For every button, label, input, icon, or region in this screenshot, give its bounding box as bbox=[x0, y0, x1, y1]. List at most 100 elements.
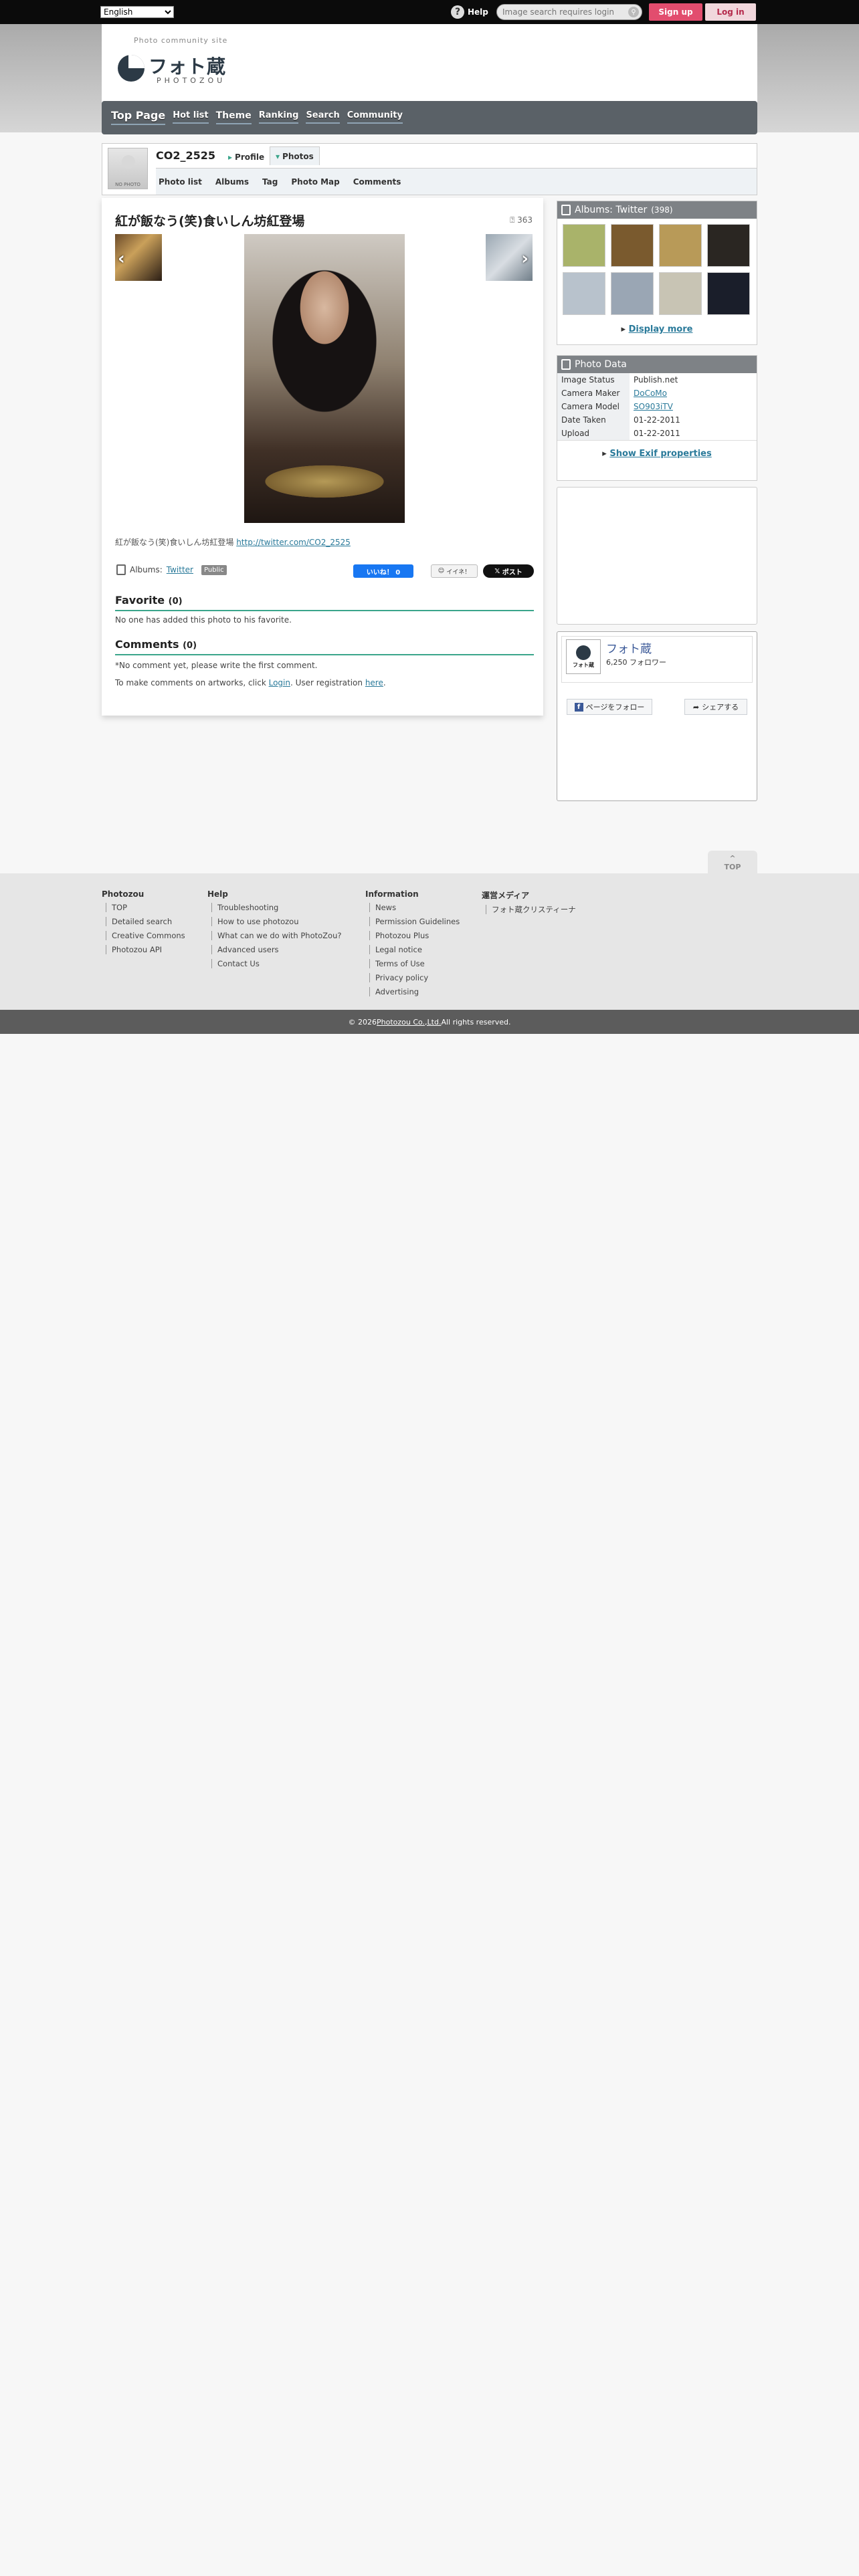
footer-link[interactable]: What can we do with PhotoZou? bbox=[211, 931, 341, 940]
chevron-up-icon: ^ bbox=[729, 854, 736, 863]
signup-button[interactable]: Sign up bbox=[649, 3, 702, 21]
photo-data-link[interactable]: SO903iTV bbox=[634, 402, 673, 411]
subnav-comments[interactable]: Comments bbox=[353, 177, 401, 187]
avatar[interactable]: NO PHOTO bbox=[108, 148, 148, 189]
exif-toggle[interactable]: ▸ Show Exif properties bbox=[557, 440, 757, 467]
albums-sidebox-count: (398) bbox=[651, 205, 673, 215]
search-icon[interactable]: ⚲ bbox=[628, 7, 639, 17]
album-thumb[interactable] bbox=[611, 272, 654, 315]
subnav-photo-map[interactable]: Photo Map bbox=[291, 177, 339, 187]
footer-link[interactable]: How to use photozou bbox=[211, 917, 341, 926]
footer-link[interactable]: TOP bbox=[106, 903, 185, 912]
next-photo-thumb[interactable]: › bbox=[486, 234, 533, 281]
help-link[interactable]: ? Help bbox=[451, 5, 488, 19]
tab-profile[interactable]: ▸ Profile bbox=[223, 149, 270, 165]
photo-data-value: 01-22-2011 bbox=[634, 415, 680, 425]
footer-link[interactable]: Permission Guidelines bbox=[369, 917, 460, 926]
comments-login-note: To make comments on artworks, click Logi… bbox=[115, 678, 386, 687]
username[interactable]: CO2_2525 bbox=[156, 149, 215, 162]
nav-search[interactable]: Search bbox=[306, 110, 340, 124]
photo-detail-card: 紅が飯なう(笑)食いしん坊紅登場 ⍰ 363 ‹ › 紅が飯なう(笑)食いしん坊… bbox=[102, 198, 543, 716]
footer-link[interactable]: News bbox=[369, 903, 460, 912]
tab-photos-label: Photos bbox=[282, 151, 314, 161]
main-photo[interactable] bbox=[244, 234, 405, 523]
footer-link[interactable]: Advertising bbox=[369, 987, 460, 996]
footer-link[interactable]: Advanced users bbox=[211, 945, 341, 954]
footer-link[interactable]: Photozou Plus bbox=[369, 931, 460, 940]
nav-top-page[interactable]: Top Page bbox=[111, 109, 166, 125]
footer-link[interactable]: Photozou API bbox=[106, 945, 185, 954]
facebook-icon: f bbox=[574, 702, 583, 712]
subnav-tag[interactable]: Tag bbox=[262, 177, 278, 187]
album-thumb[interactable] bbox=[707, 224, 750, 267]
share-icon: ➦ bbox=[692, 702, 700, 712]
footer-link[interactable]: Legal notice bbox=[369, 945, 460, 954]
register-here-link[interactable]: here bbox=[365, 678, 383, 687]
search-input[interactable] bbox=[502, 7, 623, 17]
photo-data-title: Photo Data bbox=[575, 359, 627, 370]
facebook-like-button[interactable]: いいね！ 0 bbox=[353, 564, 413, 578]
smile-icon: ☺ bbox=[438, 568, 445, 574]
footer-link[interactable]: Contact Us bbox=[211, 959, 341, 968]
album-thumb[interactable] bbox=[563, 224, 605, 267]
exif-link[interactable]: Show Exif properties bbox=[609, 449, 711, 459]
iine-button[interactable]: ☺ イイネ！ bbox=[431, 564, 478, 578]
photo-subnav: Photo list Albums Tag Photo Map Comments bbox=[156, 168, 757, 195]
footer-link[interactable]: Privacy policy bbox=[369, 973, 460, 982]
subnav-photo-list[interactable]: Photo list bbox=[159, 177, 202, 187]
footer-link[interactable]: Troubleshooting bbox=[211, 903, 341, 912]
triangle-down-icon: ▾ bbox=[276, 151, 280, 161]
facebook-follow-button[interactable]: f ページをフォロー bbox=[567, 699, 652, 715]
comments-count: (0) bbox=[183, 641, 197, 651]
login-middle: . User registration bbox=[290, 678, 365, 687]
display-more[interactable]: ▸ Display more bbox=[557, 315, 757, 340]
photo-title: 紅が飯なう(笑)食いしん坊紅登場 bbox=[115, 214, 305, 229]
footer-link[interactable]: Terms of Use bbox=[369, 959, 460, 968]
facebook-widget: フォト蔵 フォト蔵 6,250 フォロワー f ページをフォロー ➦ シェアする bbox=[557, 631, 757, 801]
login-button[interactable]: Log in bbox=[705, 3, 756, 21]
display-more-link[interactable]: Display more bbox=[629, 324, 693, 334]
search-box: ⚲ bbox=[496, 4, 642, 20]
tab-photos[interactable]: ▾ Photos bbox=[270, 146, 320, 165]
nav-ranking[interactable]: Ranking bbox=[258, 110, 299, 124]
description-link[interactable]: http://twitter.com/CO2_2525 bbox=[236, 538, 351, 547]
nav-theme[interactable]: Theme bbox=[215, 110, 252, 124]
nav-community[interactable]: Community bbox=[347, 110, 403, 124]
albums-sidebox: Albums: Twitter (398) ▸ Display more bbox=[557, 201, 757, 345]
footer-col-list: フォト蔵クリスティーナ bbox=[482, 905, 576, 914]
login-prefix: To make comments on artworks, click bbox=[115, 678, 269, 687]
album-thumb[interactable] bbox=[707, 272, 750, 315]
x-post-button[interactable]: 𝕏 ポスト bbox=[483, 564, 534, 578]
facebook-page-name[interactable]: フォト蔵 bbox=[606, 639, 652, 656]
footer-link[interactable]: フォト蔵クリスティーナ bbox=[486, 905, 576, 914]
facebook-share-button[interactable]: ➦ シェアする bbox=[684, 699, 747, 715]
logo-text: フォト蔵 bbox=[149, 56, 227, 78]
album-thumb[interactable] bbox=[611, 224, 654, 267]
copyright-bar: © 2026 Photozou Co.,Ltd. All rights rese… bbox=[0, 1010, 859, 1034]
language-select[interactable]: English bbox=[100, 6, 174, 18]
footer-link[interactable]: Detailed search bbox=[106, 917, 185, 926]
nav-hot-list[interactable]: Hot list bbox=[173, 110, 209, 124]
footer-col-media: 運営メディア フォト蔵クリスティーナ bbox=[482, 889, 576, 919]
album-icon bbox=[561, 205, 571, 215]
footer-link[interactable]: Creative Commons bbox=[106, 931, 185, 940]
follow-label: ページをフォロー bbox=[585, 703, 645, 712]
view-count: ⍰ 363 bbox=[510, 215, 533, 225]
album-link[interactable]: Twitter bbox=[167, 565, 193, 574]
site-logo[interactable]: フォト蔵 PHOTOZOU bbox=[118, 48, 238, 88]
iine-label: イイネ！ bbox=[446, 568, 471, 576]
previous-photo-thumb[interactable]: ‹ bbox=[115, 234, 162, 281]
copyright-link[interactable]: Photozou Co.,Ltd. bbox=[377, 1018, 441, 1027]
subnav-albums[interactable]: Albums bbox=[215, 177, 249, 187]
back-to-top-button[interactable]: ^ TOP bbox=[708, 851, 757, 875]
photo-data-header: Photo Data bbox=[557, 356, 757, 373]
album-thumb[interactable] bbox=[659, 272, 702, 315]
comments-login-link[interactable]: Login bbox=[269, 678, 290, 687]
site-tagline: Photo community site bbox=[134, 36, 228, 45]
album-line: Albums: Twitter Public bbox=[116, 564, 227, 575]
photo-data-link[interactable]: DoCoMo bbox=[634, 389, 667, 398]
facebook-page-logo[interactable]: フォト蔵 bbox=[566, 639, 601, 674]
album-thumb[interactable] bbox=[563, 272, 605, 315]
photo-data-icon bbox=[561, 359, 571, 370]
album-thumb[interactable] bbox=[659, 224, 702, 267]
